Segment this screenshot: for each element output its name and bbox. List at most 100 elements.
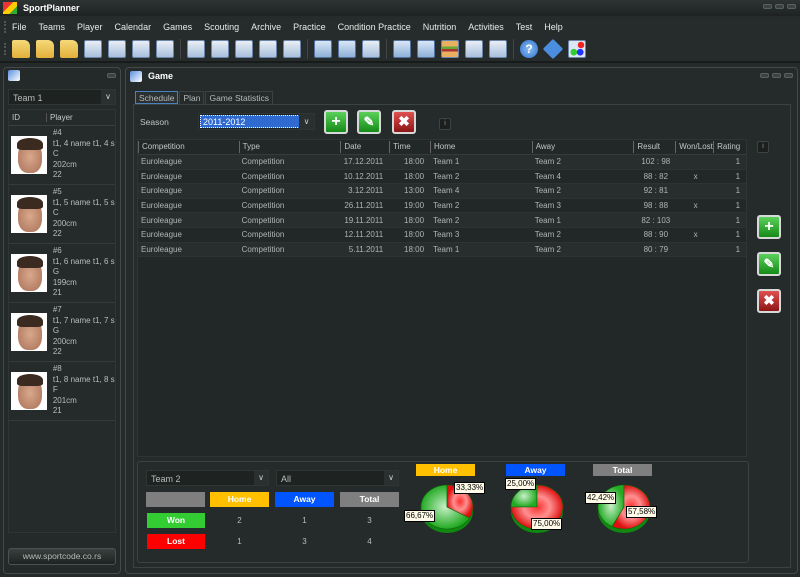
stats-team-select[interactable]: Team 2 ∨ (146, 470, 269, 486)
info-icon: i (444, 120, 446, 127)
practice-plan-button[interactable] (338, 40, 356, 58)
info-button[interactable]: i (439, 118, 451, 130)
tactics-button[interactable] (259, 40, 277, 58)
season-select[interactable]: 2011-2012 ∨ (198, 113, 315, 130)
stats-header-total: Total (340, 492, 399, 507)
lost-total-value: 4 (367, 537, 372, 546)
panel-restore-button[interactable] (772, 73, 781, 78)
info-button[interactable] (542, 38, 564, 60)
column-home[interactable]: Home (430, 141, 532, 153)
table-row[interactable]: Euroleague Competition 12.11.2011 18:00 Team… (138, 228, 746, 243)
table-row[interactable]: Euroleague Competition 5.11.2011 18:00 Team … (138, 242, 746, 258)
side-add-button[interactable]: + (757, 215, 781, 239)
player-row[interactable]: #5 t1, 5 name t1, 5 su C 200cm 22 (9, 185, 115, 244)
stats-filter-select[interactable]: All ∨ (276, 470, 399, 486)
condition-button[interactable] (362, 40, 380, 58)
column-competition[interactable]: Competition (138, 141, 239, 153)
website-link[interactable]: www.sportcode.co.rs (8, 548, 116, 565)
calendar-button[interactable] (235, 40, 253, 58)
activities-button[interactable] (465, 40, 483, 58)
column-type[interactable]: Type (238, 141, 341, 153)
menu-games[interactable]: Games (163, 22, 192, 32)
delete-game-button[interactable]: ✖ (392, 110, 416, 134)
cell-away: Team 2 (534, 186, 561, 196)
table-row[interactable]: Euroleague Competition 26.11.2011 19:00 Team… (138, 199, 746, 214)
cell-competition: Euroleague (141, 171, 182, 181)
close-button[interactable] (787, 4, 796, 9)
pie-label-lost: 75,00% (531, 518, 563, 530)
tab-plan[interactable]: Plan (179, 91, 205, 104)
menu-practice[interactable]: Practice (293, 22, 326, 32)
modules-button[interactable] (568, 40, 586, 58)
table-row[interactable]: Euroleague Competition 10.12.2011 18:00 Team… (138, 170, 746, 185)
cell-type: Competition (241, 171, 285, 181)
menu-activities[interactable]: Activities (468, 22, 504, 32)
menu-help[interactable]: Help (544, 22, 563, 32)
column-date[interactable]: Date (340, 141, 389, 153)
print-button[interactable] (108, 40, 126, 58)
tab-schedule[interactable]: Schedule (135, 91, 179, 104)
player-button[interactable] (211, 40, 229, 58)
panel-close-button[interactable] (784, 73, 793, 78)
table-button[interactable] (283, 40, 301, 58)
team-select[interactable]: Team 1 ∨ (8, 89, 116, 105)
open-folder-button[interactable] (36, 40, 54, 58)
print-preview-button[interactable] (132, 40, 150, 58)
cell-away: Team 2 (534, 157, 561, 167)
menu-nutrition[interactable]: Nutrition (423, 22, 457, 32)
minimize-button[interactable] (763, 4, 772, 9)
column-result[interactable]: Result (633, 141, 675, 153)
side-edit-button[interactable]: ✎ (757, 252, 781, 276)
practice-clipboard-button[interactable] (314, 40, 332, 58)
player-row[interactable]: #4 t1, 4 name t1, 4 su C 202cm 22 (9, 126, 115, 185)
folder-button[interactable] (60, 40, 78, 58)
chevron-down-icon[interactable]: ∨ (384, 471, 398, 485)
menu-calendar[interactable]: Calendar (115, 22, 152, 32)
column-rating[interactable]: Rating (713, 141, 746, 153)
edit-game-button[interactable]: ✎ (357, 110, 381, 134)
menu-condition-practice[interactable]: Condition Practice (338, 22, 411, 32)
player-row[interactable]: #6 t1, 6 name t1, 6 su G 199cm 21 (9, 244, 115, 303)
column-won-lost[interactable]: Won/Lost (675, 141, 713, 153)
menu-player[interactable]: Player (77, 22, 103, 32)
chevron-down-icon[interactable]: ∨ (299, 114, 314, 129)
panel-minimize-button[interactable] (760, 73, 769, 78)
nutrition-button[interactable] (441, 40, 459, 58)
menu-archive[interactable]: Archive (251, 22, 281, 32)
player-row[interactable]: #7 t1, 7 name t1, 7 su G 200cm 22 (9, 303, 115, 362)
column-id[interactable]: ID (9, 113, 47, 122)
team-players-button[interactable] (187, 40, 205, 58)
cell-won-lost: x (693, 230, 698, 240)
pie-label-won: 66,67% (404, 510, 436, 522)
column-away[interactable]: Away (531, 141, 634, 153)
table-row[interactable]: Euroleague Competition 17.12.2011 18:00 Team… (138, 155, 746, 170)
team-select-value: Team 1 (13, 93, 43, 103)
grid-info-button[interactable]: i (757, 141, 769, 153)
table-row[interactable]: Euroleague Competition 3.12.2011 13:00 Team … (138, 184, 746, 199)
new-folder-button[interactable] (12, 40, 30, 58)
menu-test[interactable]: Test (516, 22, 533, 32)
health-checklist-button[interactable] (417, 40, 435, 58)
export-document-button[interactable] (156, 40, 174, 58)
checklist-button[interactable] (393, 40, 411, 58)
column-time[interactable]: Time (389, 141, 430, 153)
season-label: Season (140, 117, 169, 127)
chevron-down-icon[interactable]: ∨ (254, 471, 268, 485)
app-icon (3, 2, 17, 14)
table-row[interactable]: Euroleague Competition 19.11.2011 18:00 Team… (138, 213, 746, 228)
panel-minimize-button[interactable] (107, 72, 116, 78)
menu-teams[interactable]: Teams (39, 22, 66, 32)
side-delete-button[interactable]: ✖ (757, 289, 781, 313)
menu-file[interactable]: File (12, 22, 27, 32)
help-button[interactable]: ? (520, 40, 538, 58)
wizard-button[interactable] (84, 40, 102, 58)
add-game-button[interactable]: + (324, 110, 348, 134)
player-row[interactable]: #8 t1, 8 name t1, 8 su F 201cm 21 (9, 362, 115, 421)
test-button[interactable] (489, 40, 507, 58)
maximize-button[interactable] (775, 4, 784, 9)
chevron-down-icon[interactable]: ∨ (101, 90, 115, 104)
menu-scouting[interactable]: Scouting (204, 22, 239, 32)
column-player[interactable]: Player (47, 113, 73, 122)
stats-team-value: Team 2 (151, 474, 181, 484)
tab-game-statistics[interactable]: Game Statistics (205, 91, 273, 104)
